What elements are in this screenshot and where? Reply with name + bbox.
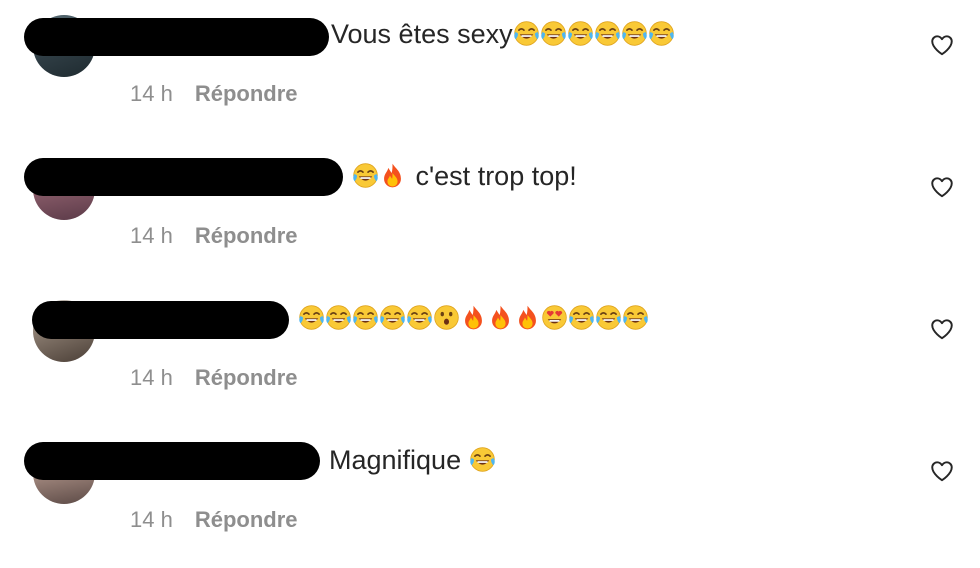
comment-body: c'est trop top! — [415, 161, 577, 191]
face-with-tears-of-joy-icon — [325, 304, 352, 331]
face-with-tears-of-joy-icon — [594, 20, 621, 47]
comment-meta: 14 h Répondre — [130, 81, 298, 107]
face-with-tears-of-joy-icon — [648, 20, 675, 47]
heart-outline-icon[interactable] — [929, 458, 955, 484]
reply-button[interactable]: Répondre — [195, 365, 298, 391]
comment-body: Magnifique — [329, 445, 462, 475]
face-with-tears-of-joy-icon — [540, 20, 567, 47]
comment-text: Vous êtes sexy — [331, 18, 675, 50]
heart-outline-icon[interactable] — [929, 316, 955, 342]
hushed-face-icon — [433, 304, 460, 331]
smiling-face-with-heart-eyes-icon — [541, 304, 568, 331]
comment-text — [298, 302, 649, 334]
comment-meta: 14 h Répondre — [130, 507, 298, 533]
comment-meta: 14 h Répondre — [130, 223, 298, 249]
comment-timestamp: 14 h — [130, 507, 173, 532]
comment-text: c'est trop top! — [352, 160, 577, 192]
face-with-tears-of-joy-icon — [298, 304, 325, 331]
comment-meta: 14 h Répondre — [130, 365, 298, 391]
face-with-tears-of-joy-icon — [595, 304, 622, 331]
face-with-tears-of-joy-icon — [406, 304, 433, 331]
comment-body: Vous êtes sexy — [331, 19, 513, 49]
redacted-username — [24, 442, 320, 480]
comment-item: c'est trop top! 14 h Répondre — [0, 142, 980, 284]
face-with-tears-of-joy-icon — [567, 20, 594, 47]
face-with-tears-of-joy-icon — [352, 162, 379, 189]
heart-outline-icon[interactable] — [929, 32, 955, 58]
comment-timestamp: 14 h — [130, 81, 173, 106]
heart-outline-icon[interactable] — [929, 174, 955, 200]
fire-icon — [379, 162, 406, 189]
reply-button[interactable]: Répondre — [195, 81, 298, 107]
fire-icon — [514, 304, 541, 331]
comment-item: 14 h Répondre — [0, 284, 980, 426]
face-with-tears-of-joy-icon — [568, 304, 595, 331]
comment-item: Vous êtes sexy 14 h Répondre — [0, 0, 980, 142]
emoji-group — [513, 19, 675, 49]
comment-item: Magnifique 14 h Répondre — [0, 426, 980, 568]
face-with-tears-of-joy-icon — [622, 304, 649, 331]
comment-timestamp: 14 h — [130, 365, 173, 390]
redacted-username — [32, 301, 289, 339]
redacted-username — [24, 18, 329, 56]
fire-icon — [460, 304, 487, 331]
emoji-group — [298, 303, 649, 333]
emoji-group — [469, 445, 496, 475]
fire-icon — [487, 304, 514, 331]
emoji-group — [352, 161, 406, 191]
comment-timestamp: 14 h — [130, 223, 173, 248]
redacted-username — [24, 158, 343, 196]
reply-button[interactable]: Répondre — [195, 507, 298, 533]
face-with-tears-of-joy-icon — [621, 20, 648, 47]
face-with-tears-of-joy-icon — [379, 304, 406, 331]
face-with-tears-of-joy-icon — [352, 304, 379, 331]
face-with-tears-of-joy-icon — [513, 20, 540, 47]
comment-text: Magnifique — [329, 444, 496, 476]
reply-button[interactable]: Répondre — [195, 223, 298, 249]
face-with-tears-of-joy-icon — [469, 446, 496, 473]
